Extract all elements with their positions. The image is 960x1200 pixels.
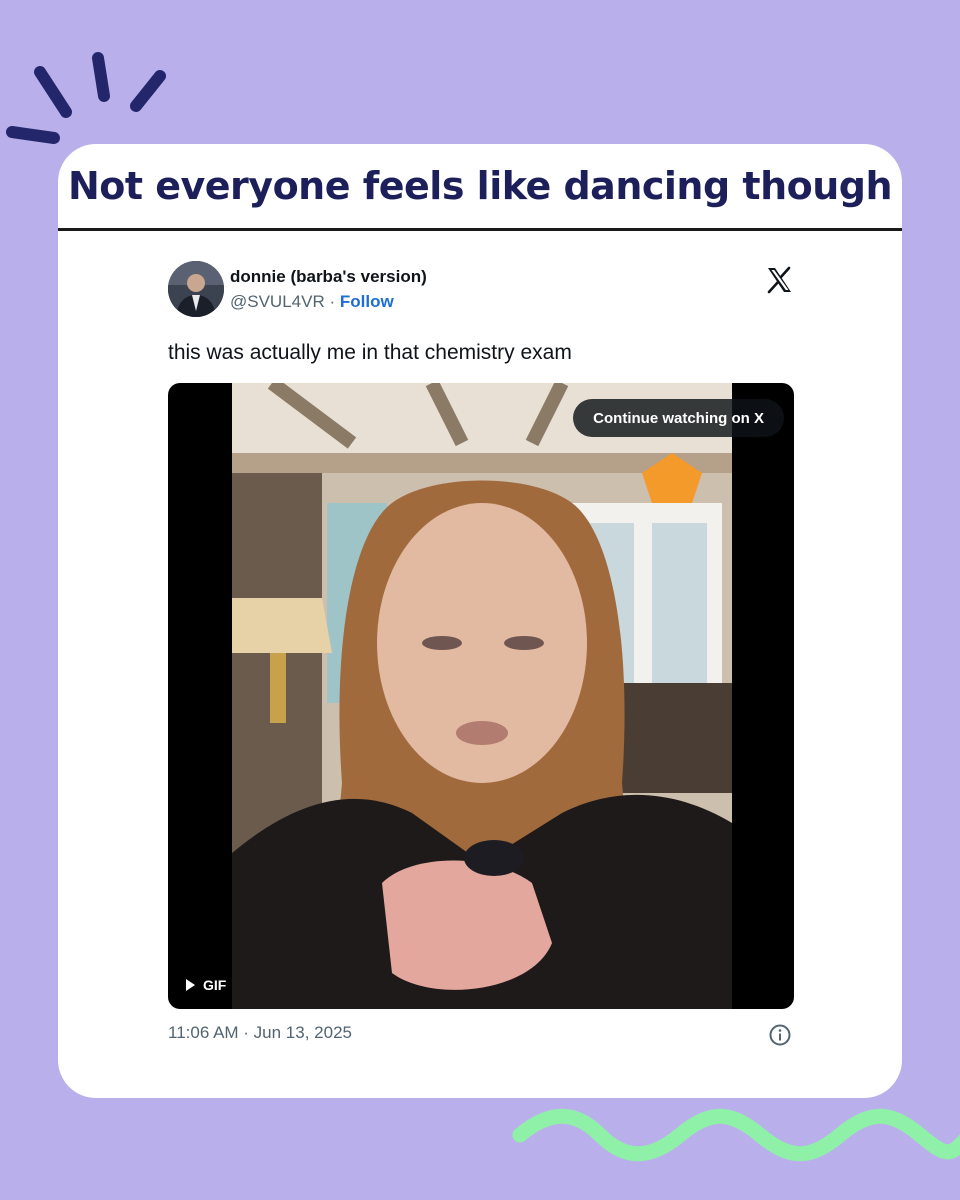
tweet-timestamp[interactable]: 11:06 AM · Jun 13, 2025 <box>168 1023 352 1042</box>
tweet-media[interactable]: Continue watching on X GIF <box>168 383 794 1009</box>
post-card: Not everyone feels like dancing though d… <box>58 144 902 1098</box>
follow-link[interactable]: Follow <box>340 292 394 311</box>
tweet-author: donnie (barba's version) @SVUL4VR · Foll… <box>168 261 794 321</box>
post-headline: Not everyone feels like dancing though <box>67 164 893 208</box>
gif-frame <box>232 383 732 1009</box>
play-icon <box>186 979 195 991</box>
tweet-meta: 11:06 AM · Jun 13, 2025 <box>168 1023 794 1049</box>
avatar[interactable] <box>168 261 224 317</box>
x-logo-icon[interactable] <box>764 265 794 295</box>
user-handle[interactable]: @SVUL4VR <box>230 292 325 311</box>
burst-decoration <box>6 52 166 144</box>
headline-divider <box>58 228 902 231</box>
tweet-text: this was actually me in that chemistry e… <box>168 341 572 364</box>
info-icon[interactable] <box>768 1023 792 1047</box>
wave-decoration <box>512 1108 960 1162</box>
gif-label: GIF <box>203 977 227 993</box>
display-name[interactable]: donnie (barba's version) <box>230 267 427 287</box>
separator: · <box>324 292 340 311</box>
continue-watching-button[interactable]: Continue watching on X <box>573 399 784 437</box>
embedded-tweet[interactable]: donnie (barba's version) @SVUL4VR · Foll… <box>168 261 794 1049</box>
gif-badge[interactable]: GIF <box>186 977 226 993</box>
